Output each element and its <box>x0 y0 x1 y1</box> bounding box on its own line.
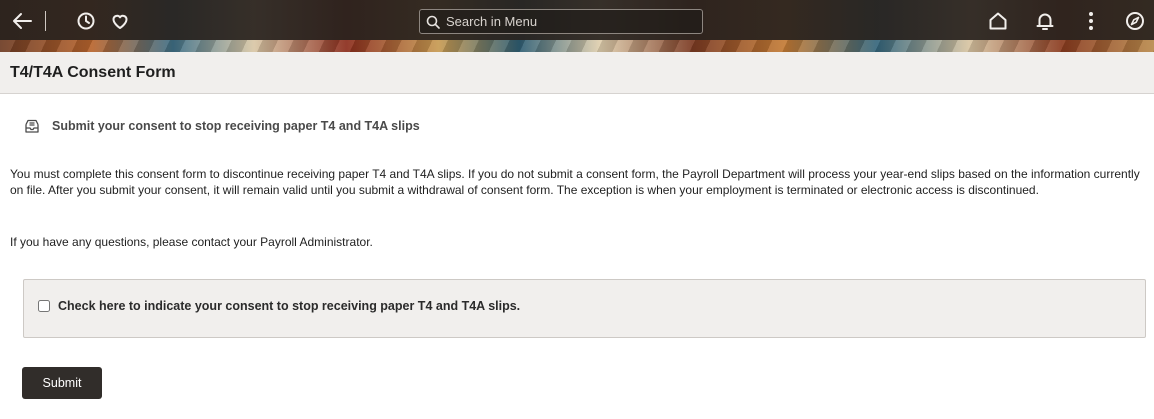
submit-button[interactable]: Submit <box>22 367 102 399</box>
home-icon[interactable] <box>985 8 1011 34</box>
notifications-icon[interactable] <box>1032 8 1058 34</box>
search-icon <box>426 15 440 29</box>
back-arrow-icon[interactable] <box>9 8 35 34</box>
top-banner <box>0 0 1154 52</box>
form-subtitle: Submit your consent to stop receiving pa… <box>52 119 420 133</box>
header-divider <box>45 11 46 31</box>
instructions-paragraph: You must complete this consent form to d… <box>10 167 1140 197</box>
form-inbox-icon <box>25 119 39 133</box>
favorites-icon[interactable] <box>107 8 133 34</box>
consent-checkbox[interactable] <box>38 299 50 312</box>
history-icon[interactable] <box>73 8 99 34</box>
page-title: T4/T4A Consent Form <box>10 63 176 81</box>
page-title-bar: T4/T4A Consent Form <box>0 52 1154 94</box>
banner-pattern <box>0 40 1154 52</box>
navigator-icon[interactable] <box>1122 8 1148 34</box>
search-box[interactable] <box>419 9 703 34</box>
more-actions-icon[interactable] <box>1078 8 1104 34</box>
consent-checkbox-label[interactable]: Check here to indicate your consent to s… <box>58 299 520 313</box>
contact-paragraph: If you have any questions, please contac… <box>10 235 373 249</box>
form-subtitle-row: Submit your consent to stop receiving pa… <box>24 118 420 134</box>
consent-panel: Check here to indicate your consent to s… <box>23 279 1146 338</box>
search-input[interactable] <box>446 14 696 29</box>
